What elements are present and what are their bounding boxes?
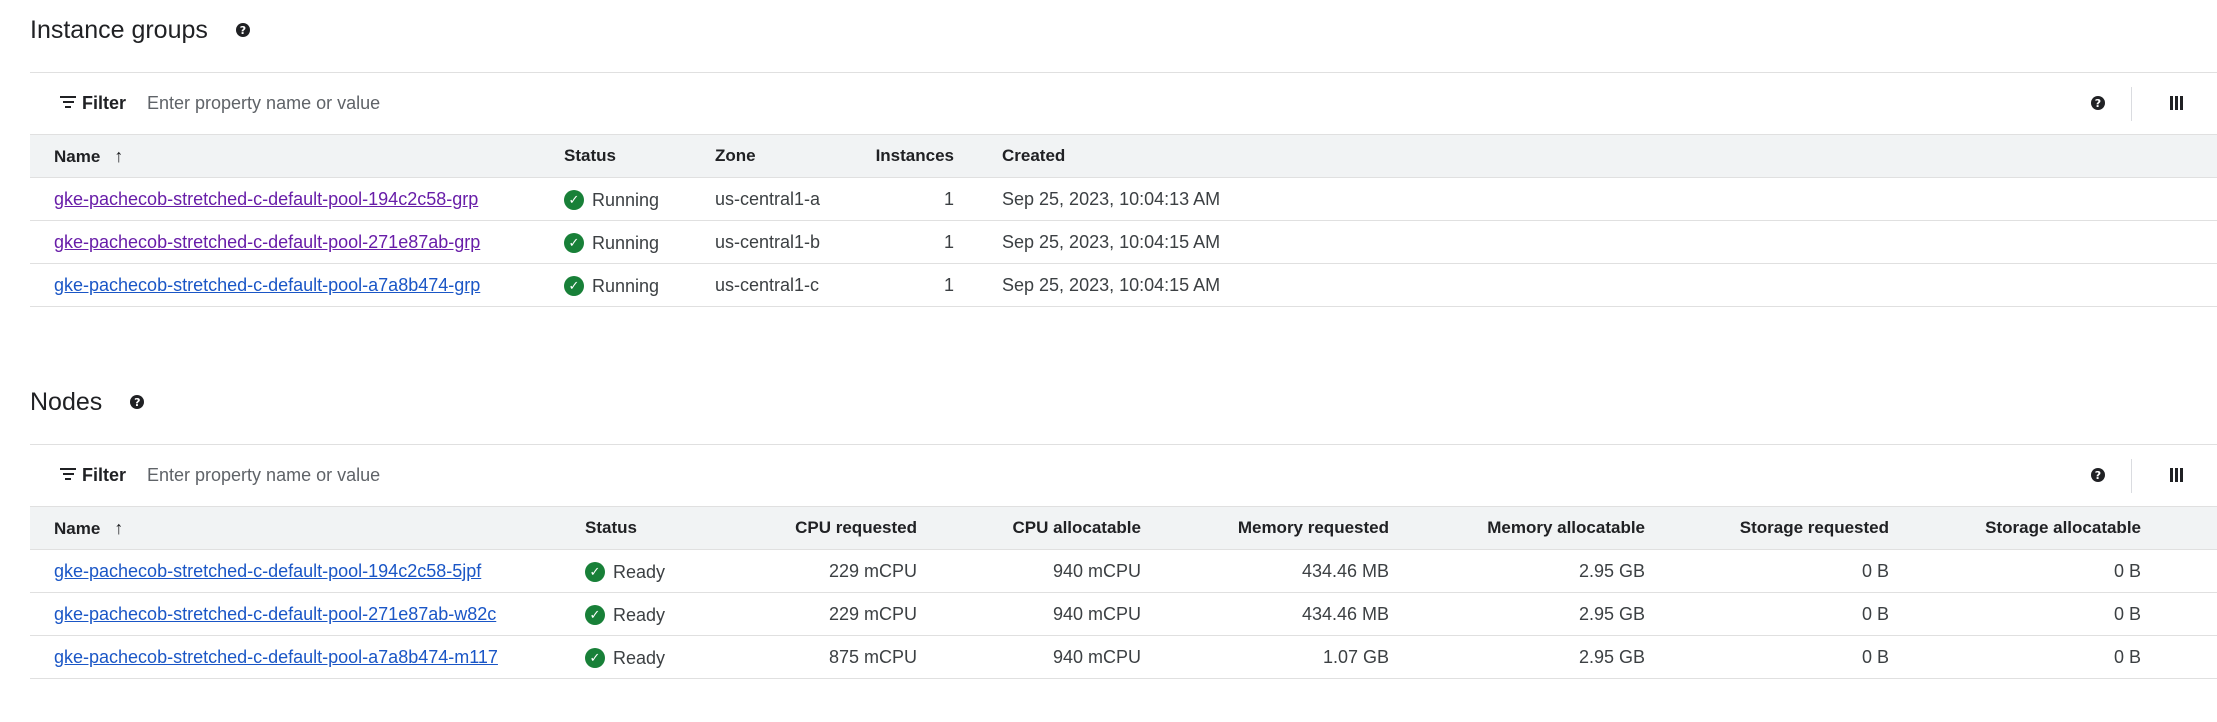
column-header-memory-allocatable[interactable]: Memory allocatable	[1389, 506, 1645, 550]
instance-groups-filter-input[interactable]	[145, 92, 749, 115]
node-link[interactable]: gke-pachecob-stretched-c-default-pool-a7…	[54, 647, 498, 667]
created-cell: Sep 25, 2023, 10:04:15 AM	[954, 263, 2217, 307]
status-text: Running	[592, 189, 660, 210]
table-row: gke-pachecob-stretched-c-default-pool-27…	[30, 592, 2217, 636]
node-link[interactable]: gke-pachecob-stretched-c-default-pool-27…	[54, 604, 496, 624]
check-circle-icon: ✓	[564, 276, 584, 296]
row-spacer	[2141, 592, 2217, 636]
row-spacer	[2141, 635, 2217, 679]
column-header-name[interactable]: Name ↑	[30, 134, 564, 178]
nodes-filter-input[interactable]	[145, 464, 749, 487]
help-icon[interactable]: ?	[235, 23, 250, 37]
zone-cell: us-central1-b	[715, 220, 861, 264]
table-row: gke-pachecob-stretched-c-default-pool-19…	[30, 177, 2217, 221]
filter-icon	[60, 468, 76, 482]
nodes-table: Name ↑ Status CPU requested CPU allocatab…	[30, 506, 2217, 679]
sort-ascending-icon[interactable]: ↑	[114, 518, 123, 539]
check-circle-icon: ✓	[585, 605, 605, 625]
created-cell: Sep 25, 2023, 10:04:15 AM	[954, 220, 2217, 264]
column-header-name[interactable]: Name ↑	[30, 506, 585, 550]
instance-groups-section: Instance groups ? Filter ? Name↑ Status …	[30, 0, 2217, 310]
created-cell: Sep 25, 2023, 10:04:13 AM	[954, 177, 2217, 221]
column-header-status[interactable]: Status	[564, 134, 715, 178]
cpu-allocatable-cell: 940 mCPU	[917, 592, 1141, 636]
storage-requested-cell: 0 B	[1645, 635, 1889, 679]
storage-requested-cell: 0 B	[1645, 549, 1889, 593]
column-display-options-icon[interactable]	[2170, 96, 2183, 110]
memory-allocatable-cell: 2.95 GB	[1389, 592, 1645, 636]
cpu-requested-cell: 229 mCPU	[680, 549, 917, 593]
divider	[2131, 87, 2132, 121]
status-text: Ready	[613, 604, 666, 625]
help-icon[interactable]: ?	[2091, 96, 2105, 110]
column-header-storage-allocatable[interactable]: Storage allocatable	[1889, 506, 2141, 550]
instance-group-link[interactable]: gke-pachecob-stretched-c-default-pool-27…	[54, 232, 480, 252]
help-icon[interactable]: ?	[130, 395, 145, 409]
cpu-allocatable-cell: 940 mCPU	[917, 549, 1141, 593]
instance-groups-table: Name ↑ Status Zone Instances Created gke-…	[30, 134, 2217, 307]
node-link[interactable]: gke-pachecob-stretched-c-default-pool-19…	[54, 561, 481, 581]
table-header-row: Name ↑ Status CPU requested CPU allocatab…	[30, 506, 2217, 550]
column-header-instances[interactable]: Instances	[861, 134, 954, 178]
memory-requested-cell: 434.46 MB	[1141, 549, 1389, 593]
sort-ascending-icon[interactable]: ↑	[114, 146, 123, 167]
filter-label[interactable]: Filter	[82, 465, 126, 486]
instance-group-link[interactable]: gke-pachecob-stretched-c-default-pool-19…	[54, 189, 478, 209]
instance-groups-title: Instance groups	[30, 15, 208, 44]
instance-groups-filter-bar: Filter ?	[30, 72, 2217, 134]
memory-allocatable-cell: 2.95 GB	[1389, 549, 1645, 593]
filter-label[interactable]: Filter	[82, 93, 126, 114]
cpu-requested-cell: 875 mCPU	[680, 635, 917, 679]
column-header-cpu-requested[interactable]: CPU requested	[680, 506, 917, 550]
nodes-title: Nodes	[30, 387, 103, 416]
table-row: gke-pachecob-stretched-c-default-pool-19…	[30, 549, 2217, 593]
status-text: Running	[592, 232, 660, 253]
help-icon[interactable]: ?	[2091, 468, 2105, 482]
zone-cell: us-central1-a	[715, 177, 861, 221]
storage-requested-cell: 0 B	[1645, 592, 1889, 636]
memory-requested-cell: 434.46 MB	[1141, 592, 1389, 636]
instances-cell: 1	[861, 220, 954, 264]
cpu-requested-cell: 229 mCPU	[680, 592, 917, 636]
column-display-options-icon[interactable]	[2170, 468, 2183, 482]
status-text: Running	[592, 275, 660, 296]
instance-groups-title-row: Instance groups ?	[30, 10, 250, 50]
instances-cell: 1	[861, 177, 954, 221]
cpu-allocatable-cell: 940 mCPU	[917, 635, 1141, 679]
nodes-title-row: Nodes ?	[30, 382, 145, 422]
divider	[2131, 459, 2132, 493]
row-spacer	[2141, 549, 2217, 593]
storage-allocatable-cell: 0 B	[1889, 635, 2141, 679]
table-row: gke-pachecob-stretched-c-default-pool-a7…	[30, 263, 2217, 307]
memory-requested-cell: 1.07 GB	[1141, 635, 1389, 679]
table-row: gke-pachecob-stretched-c-default-pool-a7…	[30, 635, 2217, 679]
status-text: Ready	[613, 561, 666, 582]
table-header-row: Name ↑ Status Zone Instances Created	[30, 134, 2217, 178]
storage-allocatable-cell: 0 B	[1889, 549, 2141, 593]
instances-cell: 1	[861, 263, 954, 307]
status-text: Ready	[613, 647, 666, 668]
check-circle-icon: ✓	[585, 648, 605, 668]
column-header-cpu-allocatable[interactable]: CPU allocatable	[917, 506, 1141, 550]
column-header-storage-requested[interactable]: Storage requested	[1645, 506, 1889, 550]
column-header-memory-requested[interactable]: Memory requested	[1141, 506, 1389, 550]
zone-cell: us-central1-c	[715, 263, 861, 307]
table-row: gke-pachecob-stretched-c-default-pool-27…	[30, 220, 2217, 264]
nodes-filter-bar: Filter ?	[30, 444, 2217, 506]
check-circle-icon: ✓	[585, 562, 605, 582]
instance-group-link[interactable]: gke-pachecob-stretched-c-default-pool-a7…	[54, 275, 480, 295]
column-header-spacer	[2141, 506, 2217, 550]
column-header-created[interactable]: Created	[954, 134, 2217, 178]
column-header-status[interactable]: Status	[585, 506, 680, 550]
filter-icon	[60, 96, 76, 110]
nodes-section: Nodes ? Filter ? Name↑ Status CPU reques…	[30, 372, 2217, 702]
check-circle-icon: ✓	[564, 233, 584, 253]
storage-allocatable-cell: 0 B	[1889, 592, 2141, 636]
column-header-zone[interactable]: Zone	[715, 134, 861, 178]
memory-allocatable-cell: 2.95 GB	[1389, 635, 1645, 679]
check-circle-icon: ✓	[564, 190, 584, 210]
